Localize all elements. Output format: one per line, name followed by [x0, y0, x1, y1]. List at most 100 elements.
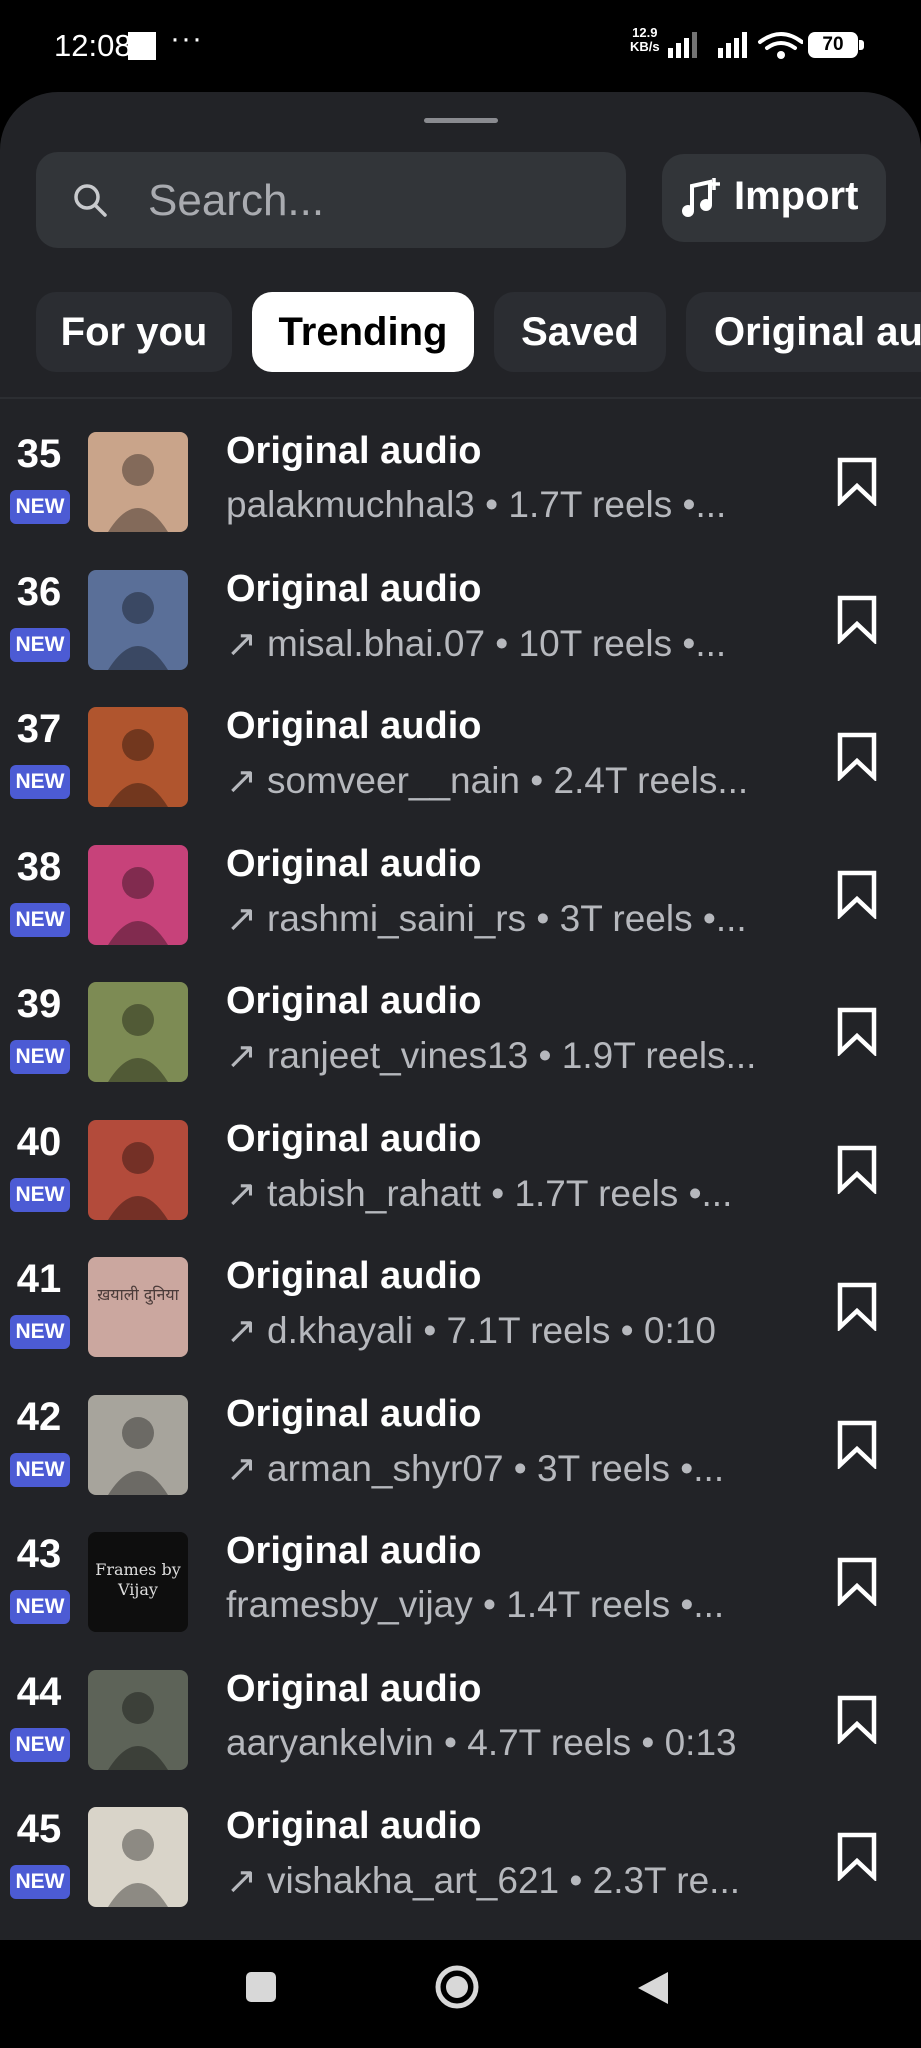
list-item[interactable]: 38 NEW Original audio ↗ rashmi_saini_rs •… — [0, 842, 921, 983]
back-button[interactable] — [636, 1970, 670, 2006]
list-item[interactable]: 43 NEW Frames by Vijay Original audio fr… — [0, 1530, 921, 1670]
thumbnail-text: Frames by Vijay — [95, 1560, 181, 1599]
bookmark-icon[interactable] — [836, 869, 878, 919]
list-item[interactable]: 39 NEW Original audio ↗ ranjeet_vines13 •… — [0, 980, 921, 1120]
list-item[interactable]: 37 NEW Original audio ↗ somveer__nain • 2… — [0, 705, 921, 845]
audio-meta: aaryankelvin • 4.7T reels • 0:13 — [226, 1721, 737, 1763]
list-item[interactable]: 40 NEW Original audio ↗ tabish_rahatt • 1… — [0, 1118, 921, 1258]
audio-subtitle: ↗ vishakha_art_621 • 2.3T re... — [226, 1859, 806, 1902]
new-badge: NEW — [10, 765, 70, 799]
audio-title: Original audio — [226, 1530, 482, 1572]
bookmark-icon[interactable] — [836, 1694, 878, 1744]
list-item[interactable]: 41 NEW ख़याली दुनिया Original audio ↗ d.k… — [0, 1255, 921, 1395]
search-bar[interactable] — [36, 152, 626, 250]
signal-wifi-icons — [668, 32, 803, 59]
bookmark-icon[interactable] — [836, 1281, 878, 1331]
tab-trending[interactable]: Trending — [252, 292, 474, 372]
audio-subtitle: ↗ misal.bhai.07 • 10T reels •... — [226, 622, 806, 665]
audio-title: Original audio — [226, 842, 482, 885]
search-input[interactable] — [146, 152, 610, 250]
list-item[interactable]: 44 NEW Original audio aaryankelvin • 4.7… — [0, 1667, 921, 1808]
audio-subtitle: palakmuchhal3 • 1.7T reels •... — [226, 484, 806, 526]
tab-original-audio[interactable]: Original audio — [686, 292, 921, 372]
new-badge: NEW — [10, 1590, 70, 1624]
home-button[interactable] — [434, 1964, 480, 2010]
new-badge: NEW — [10, 490, 70, 524]
new-badge: NEW — [10, 902, 70, 937]
drag-handle[interactable] — [424, 118, 498, 123]
network-speed-unit: KB/s — [630, 39, 660, 54]
bookmark-icon[interactable] — [836, 1144, 878, 1194]
trending-arrow-icon: ↗ — [226, 1447, 258, 1489]
recents-button[interactable] — [244, 1970, 278, 2004]
battery-indicator: 70 — [808, 32, 864, 58]
rank-number: 43 — [16, 1532, 62, 1576]
audio-title: Original audio — [226, 980, 482, 1022]
audio-meta: rashmi_saini_rs • 3T reels •... — [267, 897, 747, 939]
audio-thumbnail — [88, 1394, 188, 1495]
bookmark-icon[interactable] — [836, 594, 878, 644]
import-button[interactable]: Import — [662, 154, 886, 242]
new-badge: NEW — [10, 1040, 70, 1074]
thumbnail-image — [88, 569, 188, 670]
rank-number: 35 — [16, 432, 62, 476]
audio-title: Original audio — [226, 430, 482, 472]
bookmark-icon[interactable] — [836, 1556, 878, 1606]
tab-for-you[interactable]: For you — [36, 292, 232, 372]
audio-meta: tabish_rahatt • 1.7T reels •... — [267, 1172, 733, 1214]
notification-icon — [128, 32, 156, 60]
audio-thumbnail — [88, 844, 188, 945]
network-speed-value: 12.9 — [632, 25, 658, 40]
audio-meta: somveer__nain • 2.4T reels... — [267, 760, 749, 801]
audio-thumbnail: ख़याली दुनिया — [88, 1257, 188, 1357]
bookmark-icon[interactable] — [836, 1419, 878, 1469]
thumbnail-image — [88, 1257, 188, 1357]
audio-meta: vishakha_art_621 • 2.3T re... — [267, 1860, 741, 1901]
audio-subtitle: ↗ ranjeet_vines13 • 1.9T reels... — [226, 1034, 806, 1077]
bookmark-icon[interactable] — [836, 731, 878, 781]
audio-subtitle: ↗ somveer__nain • 2.4T reels... — [226, 759, 806, 802]
audio-subtitle: ↗ arman_shyr07 • 3T reels •... — [226, 1447, 806, 1490]
list-item[interactable]: 45 NEW Original audio ↗ vishakha_art_621 … — [0, 1805, 921, 1940]
rank-number: 44 — [16, 1669, 62, 1714]
bookmark-icon[interactable] — [836, 456, 878, 506]
rank-number: 37 — [16, 707, 62, 751]
list-item[interactable]: 42 NEW Original audio ↗ arman_shyr07 • 3T… — [0, 1392, 921, 1533]
new-badge: NEW — [10, 627, 70, 662]
audio-thumbnail — [88, 707, 188, 807]
thumbnail-image — [88, 982, 188, 1082]
audio-subtitle: framesby_vijay • 1.4T reels •... — [226, 1584, 806, 1626]
new-badge: NEW — [10, 1315, 70, 1349]
divider — [0, 397, 921, 399]
thumbnail-image — [88, 1394, 188, 1495]
bookmark-icon[interactable] — [836, 1006, 878, 1056]
status-time: 12:08 — [54, 28, 132, 63]
more-notifications-icon: ··· — [170, 22, 203, 55]
audio-subtitle: ↗ rashmi_saini_rs • 3T reels •... — [226, 897, 806, 940]
system-navigation-bar — [0, 1940, 921, 2048]
audio-thumbnail — [88, 1807, 188, 1907]
rank-number: 38 — [16, 844, 62, 889]
audio-title: Original audio — [226, 1667, 482, 1710]
rank-number: 36 — [16, 569, 62, 614]
audio-thumbnail — [88, 982, 188, 1082]
bookmark-icon[interactable] — [836, 1831, 878, 1881]
audio-thumbnail: Frames by Vijay — [88, 1532, 188, 1632]
audio-subtitle: ↗ d.khayali • 7.1T reels • 0:10 — [226, 1309, 806, 1352]
trending-arrow-icon: ↗ — [226, 622, 258, 664]
audio-title: Original audio — [226, 1805, 482, 1847]
new-badge: NEW — [10, 1727, 70, 1762]
trending-arrow-icon: ↗ — [226, 760, 258, 801]
thumbnail-text: ख़याली दुनिया — [97, 1285, 179, 1304]
list-item[interactable]: 36 NEW Original audio ↗ misal.bhai.07 • 1… — [0, 568, 921, 708]
rank-number: 42 — [16, 1394, 62, 1439]
audio-thumbnail — [88, 569, 188, 670]
audio-title: Original audio — [226, 705, 482, 747]
network-speed: 12.9 KB/s — [630, 26, 660, 54]
audio-title: Original audio — [226, 1392, 482, 1435]
audio-thumbnail — [88, 432, 188, 532]
trending-arrow-icon: ↗ — [226, 1860, 258, 1901]
list-item[interactable]: 35 NEW Original audio palakmuchhal3 • 1.… — [0, 430, 921, 570]
search-icon — [74, 184, 107, 217]
tab-saved[interactable]: Saved — [494, 292, 666, 372]
